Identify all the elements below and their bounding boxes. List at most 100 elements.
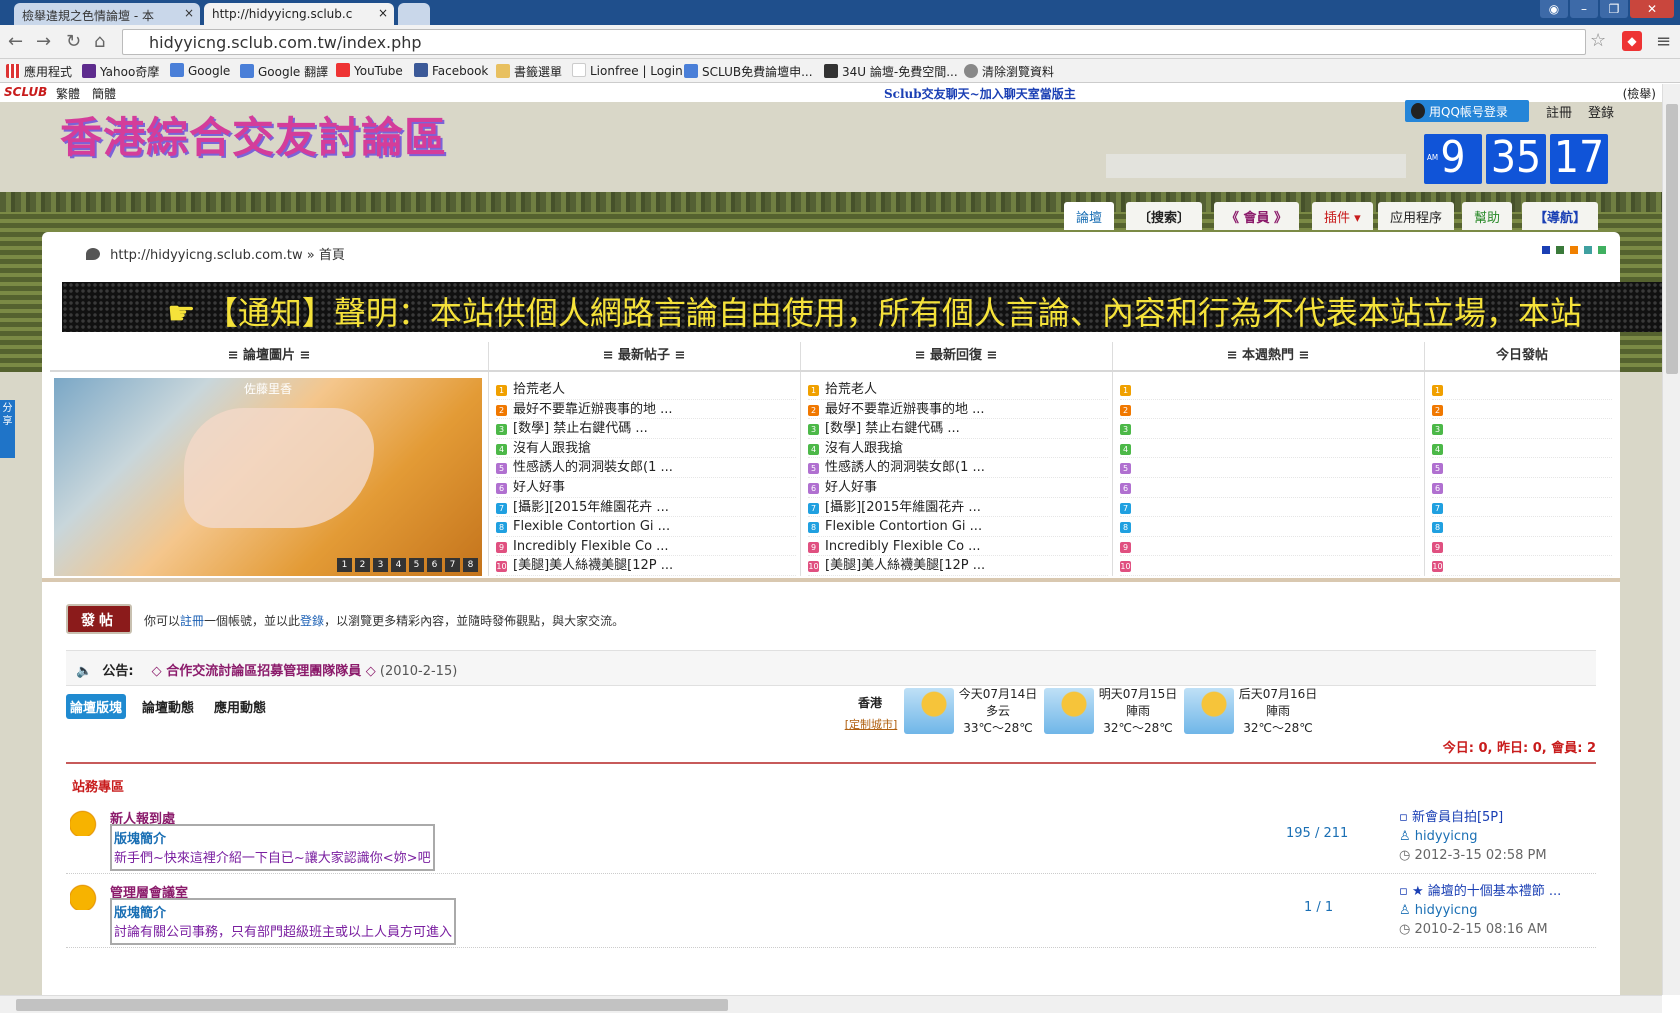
list-item[interactable]: 8 Flexible Contortion Gi ... bbox=[808, 517, 1108, 537]
new-post-button[interactable]: 發帖 bbox=[66, 604, 132, 634]
list-item[interactable]: 1 拾荒老人 bbox=[496, 380, 796, 400]
nav-apps[interactable]: 应用程序 bbox=[1378, 202, 1455, 230]
nav-forum[interactable]: 論壇 bbox=[1064, 202, 1115, 230]
theme-teal[interactable] bbox=[1584, 246, 1592, 254]
pager-button[interactable]: 4 bbox=[391, 558, 406, 572]
scroll-thumb[interactable] bbox=[16, 999, 728, 1011]
maximize-icon[interactable]: ❐ bbox=[1600, 0, 1628, 18]
item-title[interactable]: Flexible Contortion Gi ... bbox=[513, 519, 670, 534]
minimize-icon[interactable]: – bbox=[1570, 0, 1598, 18]
nav-search[interactable]: 〔搜索〕 bbox=[1126, 202, 1203, 230]
list-item[interactable]: 9 Incredibly Flexible Co ... bbox=[496, 537, 796, 557]
theme-lightgreen[interactable] bbox=[1598, 246, 1606, 254]
pager-button[interactable]: 2 bbox=[355, 558, 370, 572]
list-item[interactable]: 4 沒有人跟我搶 bbox=[808, 439, 1108, 459]
list-item[interactable]: 8 Flexible Contortion Gi ... bbox=[496, 517, 796, 537]
item-title[interactable]: [攝影][2015年維園花卉 ... bbox=[513, 500, 669, 515]
list-item[interactable]: 9 Incredibly Flexible Co ... bbox=[808, 537, 1108, 557]
side-share-button[interactable]: 分享 bbox=[0, 400, 15, 458]
bookmark-youtube[interactable]: YouTube bbox=[336, 63, 403, 78]
login-link[interactable]: 登錄 bbox=[1588, 102, 1614, 121]
extension-icon[interactable]: ◆ bbox=[1622, 31, 1642, 51]
list-item[interactable]: 5 性感誘人的洞洞裝女郎(1 ... bbox=[496, 458, 796, 478]
browser-tab-2[interactable]: http://hidyyicng.sclub.c × bbox=[204, 3, 394, 25]
nav-members[interactable]: 《 會員 》 bbox=[1214, 202, 1300, 230]
browser-tab-1[interactable]: 檢舉違規之色情論壇 - 本 × bbox=[14, 3, 200, 25]
register-link-inline[interactable]: 註冊 bbox=[180, 614, 204, 628]
search-strip[interactable] bbox=[1106, 154, 1406, 178]
item-title[interactable]: 拾荒老人 bbox=[513, 382, 565, 397]
item-title[interactable]: 好人好事 bbox=[825, 480, 877, 495]
bookmark-google[interactable]: Google bbox=[170, 63, 230, 78]
list-item[interactable]: 4 沒有人跟我搶 bbox=[496, 439, 796, 459]
item-title[interactable]: Incredibly Flexible Co ... bbox=[513, 539, 669, 554]
user-icon[interactable]: ◉ bbox=[1540, 0, 1568, 18]
last-post-user[interactable]: ♙ hidyyicng bbox=[1399, 901, 1561, 920]
close-window-icon[interactable]: ✕ bbox=[1630, 0, 1674, 18]
theme-orange[interactable] bbox=[1570, 246, 1578, 254]
login-link-inline[interactable]: 登錄 bbox=[300, 614, 324, 628]
nav-help[interactable]: 幫助 bbox=[1462, 202, 1513, 230]
qq-login-button[interactable]: 用QQ帳号登录 bbox=[1405, 100, 1529, 122]
item-title[interactable]: 好人好事 bbox=[513, 480, 565, 495]
last-post-title[interactable]: ▫ 新會員自拍[5P] bbox=[1399, 808, 1547, 827]
list-item[interactable]: 6 好人好事 bbox=[808, 478, 1108, 498]
list-item[interactable]: 10 [美腿]美人絲襪美腿[12P ... bbox=[808, 556, 1108, 576]
horizontal-scrollbar[interactable] bbox=[0, 995, 1662, 1013]
list-item[interactable]: 10 [美腿]美人絲襪美腿[12P ... bbox=[496, 556, 796, 576]
report-link[interactable]: (檢舉) bbox=[1623, 85, 1656, 102]
item-title[interactable]: 沒有人跟我搶 bbox=[825, 441, 903, 456]
bookmark-facebook[interactable]: Facebook bbox=[414, 63, 488, 78]
sclub-logo[interactable]: SCLUB bbox=[4, 85, 47, 99]
bookmark-google-translate[interactable]: Google 翻譯 bbox=[240, 63, 328, 80]
item-title[interactable]: [美腿]美人絲襪美腿[12P ... bbox=[513, 558, 673, 573]
pager-button[interactable]: 8 bbox=[463, 558, 478, 572]
item-title[interactable]: 拾荒老人 bbox=[825, 382, 877, 397]
theme-green[interactable] bbox=[1556, 246, 1564, 254]
breadcrumb-home[interactable]: 首頁 bbox=[319, 248, 345, 263]
list-item[interactable]: 2 最好不要靠近辦喪事的地 ... bbox=[496, 400, 796, 420]
list-item[interactable]: 3 [数學] 禁止右鍵代碼 ... bbox=[808, 419, 1108, 439]
item-title[interactable]: [美腿]美人絲襪美腿[12P ... bbox=[825, 558, 985, 573]
forward-icon[interactable]: → bbox=[36, 31, 51, 52]
register-link[interactable]: 註冊 bbox=[1546, 102, 1572, 121]
list-item[interactable]: 6 好人好事 bbox=[496, 478, 796, 498]
pager-button[interactable]: 6 bbox=[427, 558, 442, 572]
bookmark-clear-data[interactable]: 清除瀏覽資料 bbox=[964, 63, 1054, 80]
bookmark-34u[interactable]: 34U 論壇-免費空間... bbox=[824, 63, 958, 80]
item-title[interactable]: 性感誘人的洞洞裝女郎(1 ... bbox=[513, 460, 673, 475]
tab-app-activity[interactable]: 應用動態 bbox=[210, 694, 270, 719]
theme-blue[interactable] bbox=[1542, 246, 1550, 254]
new-tab-button[interactable] bbox=[398, 3, 430, 25]
back-icon[interactable]: ← bbox=[8, 31, 23, 52]
reload-icon[interactable]: ↻ bbox=[66, 31, 81, 52]
bookmark-apps[interactable]: 應用程式 bbox=[6, 63, 72, 80]
address-bar[interactable]: hidyyicng.sclub.com.tw/index.php bbox=[122, 29, 1586, 55]
vertical-scrollbar[interactable] bbox=[1662, 84, 1680, 995]
nav-navigation[interactable]: 【導航】 bbox=[1522, 202, 1599, 230]
custom-city-link[interactable]: [定制城市] bbox=[836, 716, 906, 732]
scroll-thumb[interactable] bbox=[1666, 104, 1678, 374]
tab-forum-activity[interactable]: 論壇動態 bbox=[138, 694, 198, 719]
pager-button[interactable]: 1 bbox=[337, 558, 352, 572]
tab-forum-sections[interactable]: 論壇版塊 bbox=[66, 694, 127, 719]
bookmark-sclub[interactable]: SCLUB免費論壇申... bbox=[684, 63, 813, 80]
bookmark-folder[interactable]: 書籤選單 bbox=[496, 63, 562, 80]
simplified-link[interactable]: 簡體 bbox=[92, 85, 116, 102]
announcement-title[interactable]: ◇ 合作交流討論區招募管理團隊隊員 ◇ bbox=[152, 664, 376, 679]
item-title[interactable]: [攝影][2015年維園花卉 ... bbox=[825, 500, 981, 515]
item-title[interactable]: Incredibly Flexible Co ... bbox=[825, 539, 981, 554]
tab-close-icon[interactable]: × bbox=[184, 6, 194, 20]
item-title[interactable]: Flexible Contortion Gi ... bbox=[825, 519, 982, 534]
item-title[interactable]: 最好不要靠近辦喪事的地 ... bbox=[513, 402, 673, 417]
last-post-user[interactable]: ♙ hidyyicng bbox=[1399, 827, 1547, 846]
category-title[interactable]: 站務專區 bbox=[72, 776, 124, 795]
nav-plugins[interactable]: 插件 ▾ bbox=[1312, 202, 1373, 230]
list-item[interactable]: 1 拾荒老人 bbox=[808, 380, 1108, 400]
menu-icon[interactable]: ≡ bbox=[1656, 31, 1671, 52]
item-title[interactable]: [数學] 禁止右鍵代碼 ... bbox=[825, 421, 960, 436]
bookmark-yahoo[interactable]: Yahoo奇摩 bbox=[82, 63, 159, 80]
site-logo[interactable]: 香港綜合交友討論區 bbox=[60, 104, 447, 165]
breadcrumb-site[interactable]: http://hidyyicng.sclub.com.tw bbox=[110, 248, 302, 263]
pager-button[interactable]: 5 bbox=[409, 558, 424, 572]
